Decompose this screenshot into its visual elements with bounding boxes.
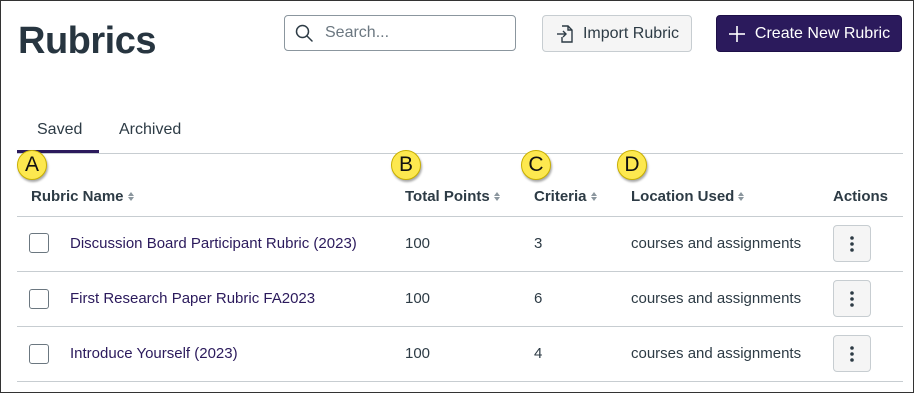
column-header-total-points[interactable]: Total Points	[405, 188, 500, 205]
row-select-checkbox[interactable]	[29, 344, 49, 364]
create-new-rubric-label: Create New Rubric	[754, 24, 891, 42]
kebab-menu-icon	[850, 345, 854, 362]
import-rubric-label: Import Rubric	[582, 24, 680, 42]
kebab-menu-icon	[850, 235, 854, 252]
row-select-checkbox[interactable]	[29, 233, 49, 253]
tab-saved[interactable]: Saved	[37, 121, 82, 139]
column-header-rubric-name[interactable]: Rubric Name	[31, 188, 134, 205]
sort-icon	[590, 192, 597, 201]
column-header-criteria[interactable]: Criteria	[534, 188, 597, 205]
sort-icon	[493, 192, 500, 201]
column-header-label: Total Points	[405, 188, 490, 205]
sort-icon	[738, 192, 745, 201]
criteria-value: 6	[534, 290, 543, 307]
create-new-rubric-button[interactable]: Create New Rubric	[716, 15, 902, 52]
criteria-value: 3	[534, 235, 543, 252]
table-row-divider	[17, 381, 903, 382]
row-actions-button[interactable]	[833, 335, 871, 372]
import-icon	[556, 24, 573, 43]
column-header-label: Location Used	[631, 188, 735, 205]
criteria-value: 4	[534, 345, 543, 362]
search-field[interactable]	[284, 15, 516, 51]
table-header-divider	[17, 216, 903, 217]
location-used-value: courses and assignments	[631, 345, 802, 362]
rubric-name-link[interactable]: First Research Paper Rubric FA2023	[70, 290, 315, 307]
column-header-label: Actions	[833, 188, 889, 205]
table-row-divider	[17, 271, 903, 272]
location-used-value: courses and assignments	[631, 290, 802, 307]
search-icon	[295, 24, 313, 42]
location-used-value: courses and assignments	[631, 235, 802, 252]
table-row-divider	[17, 326, 903, 327]
row-actions-button[interactable]	[833, 225, 871, 262]
column-header-label: Criteria	[534, 188, 587, 205]
plus-icon	[728, 25, 745, 42]
callout-marker-c: C	[521, 150, 551, 180]
total-points-value: 100	[405, 290, 431, 307]
column-header-actions: Actions	[833, 188, 888, 205]
column-header-label: Rubric Name	[31, 188, 124, 205]
tabs-divider	[17, 153, 903, 154]
row-actions-button[interactable]	[833, 280, 871, 317]
row-select-checkbox[interactable]	[29, 289, 49, 309]
rubric-name-link[interactable]: Introduce Yourself (2023)	[70, 345, 238, 362]
callout-marker-d: D	[617, 150, 647, 180]
callout-marker-b: B	[391, 150, 421, 180]
import-rubric-button[interactable]: Import Rubric	[542, 15, 692, 52]
column-header-location-used[interactable]: Location Used	[631, 188, 745, 205]
tab-archived[interactable]: Archived	[119, 121, 181, 139]
total-points-value: 100	[405, 235, 431, 252]
callout-marker-a: A	[17, 150, 47, 180]
total-points-value: 100	[405, 345, 431, 362]
search-input[interactable]	[323, 23, 507, 43]
page-title: Rubrics	[18, 20, 156, 62]
rubric-name-link[interactable]: Discussion Board Participant Rubric (202…	[70, 235, 357, 252]
sort-icon	[127, 192, 134, 201]
kebab-menu-icon	[850, 290, 854, 307]
